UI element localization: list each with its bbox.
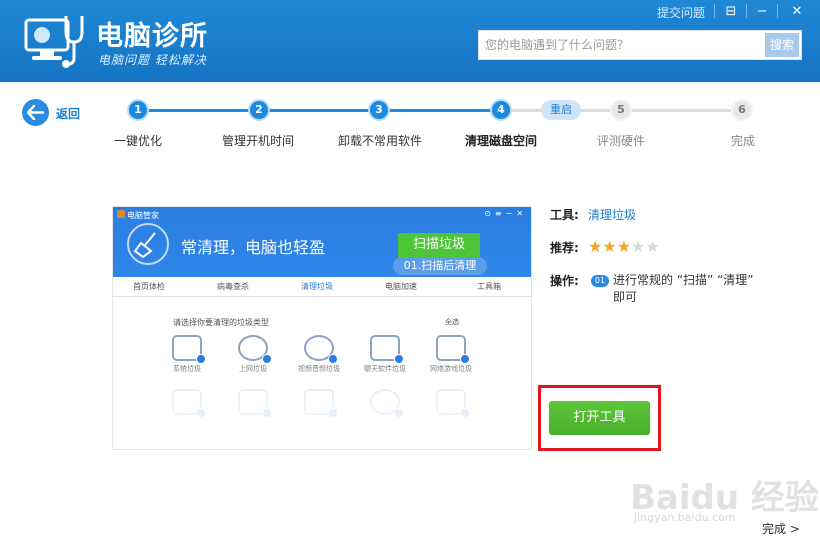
step-5-circle: 5 — [610, 99, 632, 121]
preview-fade — [113, 367, 531, 449]
restart-tag: 重启 — [541, 100, 581, 120]
preview-tooltip: 01.扫描后清理 — [393, 257, 487, 275]
star-empty-icon: ★ — [631, 237, 646, 256]
back-button[interactable]: 返回 — [22, 99, 92, 127]
recommend-label: 推荐: — [550, 241, 579, 255]
divider — [777, 4, 778, 18]
tool-preview-image: 电脑管家 ⊙≡−✕ 常清理，电脑也轻盈 扫描垃圾 01.扫描后清理 首页体检 病… — [112, 206, 532, 450]
open-tool-button[interactable]: 打开工具 — [549, 401, 650, 435]
step-5-label: 评测硬件 — [597, 134, 646, 148]
star-icon: ★ — [616, 237, 632, 256]
play-icon — [304, 335, 338, 364]
preview-app-name: 电脑管家 — [127, 211, 159, 220]
stethoscope-monitor-icon — [24, 16, 84, 68]
divider — [714, 4, 715, 18]
step-4-label: 清理磁盘空间 — [465, 134, 538, 148]
app-header: 电脑诊所 电脑问题 轻松解决 提交问题 ⊟ − ✕ 搜索 — [0, 0, 820, 82]
step-4-circle: 4 — [490, 99, 512, 121]
preview-select-title: 请选择你要清理的垃圾类型 — [173, 318, 269, 327]
step-3-label: 卸载不常用软件 — [338, 134, 423, 148]
preview-tab: 病毒查杀 — [217, 282, 249, 291]
divider — [746, 4, 747, 18]
step-1-label: 一键优化 — [114, 134, 163, 148]
submit-question-link[interactable]: 提交问题 — [657, 4, 705, 21]
search-box: 搜索 — [478, 30, 802, 60]
back-arrow-icon — [22, 99, 49, 126]
rating-stars: ★★★★★ — [588, 237, 660, 256]
globe-icon — [238, 335, 272, 364]
star-icon: ★ — [602, 237, 617, 256]
finish-link[interactable]: 完成 > — [762, 520, 800, 537]
progress-line-done — [138, 109, 502, 112]
star-icon: ★ — [588, 237, 603, 256]
preview-tab: 电脑加速 — [385, 282, 417, 291]
gamepad-icon — [436, 335, 470, 364]
windows-icon — [172, 335, 206, 364]
step-2-circle: 2 — [248, 99, 270, 121]
search-input[interactable] — [479, 31, 765, 59]
operation-label: 操作: — [550, 274, 579, 288]
operation-step-badge: 01 — [591, 275, 609, 287]
app-slogan: 电脑问题 轻松解决 — [98, 53, 207, 67]
star-empty-icon: ★ — [645, 237, 660, 256]
preview-window-controls: ⊙≡−✕ — [484, 209, 527, 218]
search-button[interactable]: 搜索 — [765, 33, 799, 57]
broom-icon — [127, 223, 169, 265]
close-button[interactable]: ✕ — [786, 2, 808, 22]
chat-icon — [370, 335, 404, 364]
preview-select-all: 全选 — [445, 318, 459, 326]
step-1-circle: 1 — [127, 99, 149, 121]
app-title: 电脑诊所 — [96, 21, 208, 52]
watermark-url: jingyan.baidu.com — [634, 511, 736, 524]
preview-tab: 工具箱 — [477, 282, 501, 291]
step-3-circle: 3 — [368, 99, 390, 121]
tool-label: 工具: — [550, 208, 579, 222]
tool-name-link[interactable]: 清理垃圾 — [588, 206, 636, 223]
app-logo-icon — [117, 210, 125, 218]
step-2-label: 管理开机时间 — [222, 134, 295, 148]
preview-tab: 首页体检 — [133, 282, 165, 291]
operation-text: 进行常规的 “扫描” “清理” 即可 — [613, 273, 754, 304]
step-6-label: 完成 — [731, 134, 756, 148]
preview-tab: 清理垃圾 — [301, 282, 333, 291]
menu-icon[interactable]: ⊟ — [720, 2, 742, 22]
step-6-circle: 6 — [731, 99, 753, 121]
minimize-button[interactable]: − — [751, 2, 773, 22]
back-label: 返回 — [56, 107, 81, 121]
preview-banner: 电脑管家 ⊙≡−✕ 常清理，电脑也轻盈 扫描垃圾 01.扫描后清理 — [113, 207, 531, 277]
preview-tabs: 首页体检 病毒查杀 清理垃圾 电脑加速 工具箱 — [113, 277, 531, 297]
preview-headline: 常清理，电脑也轻盈 — [181, 238, 326, 257]
preview-scan-button: 扫描垃圾 — [398, 233, 480, 257]
